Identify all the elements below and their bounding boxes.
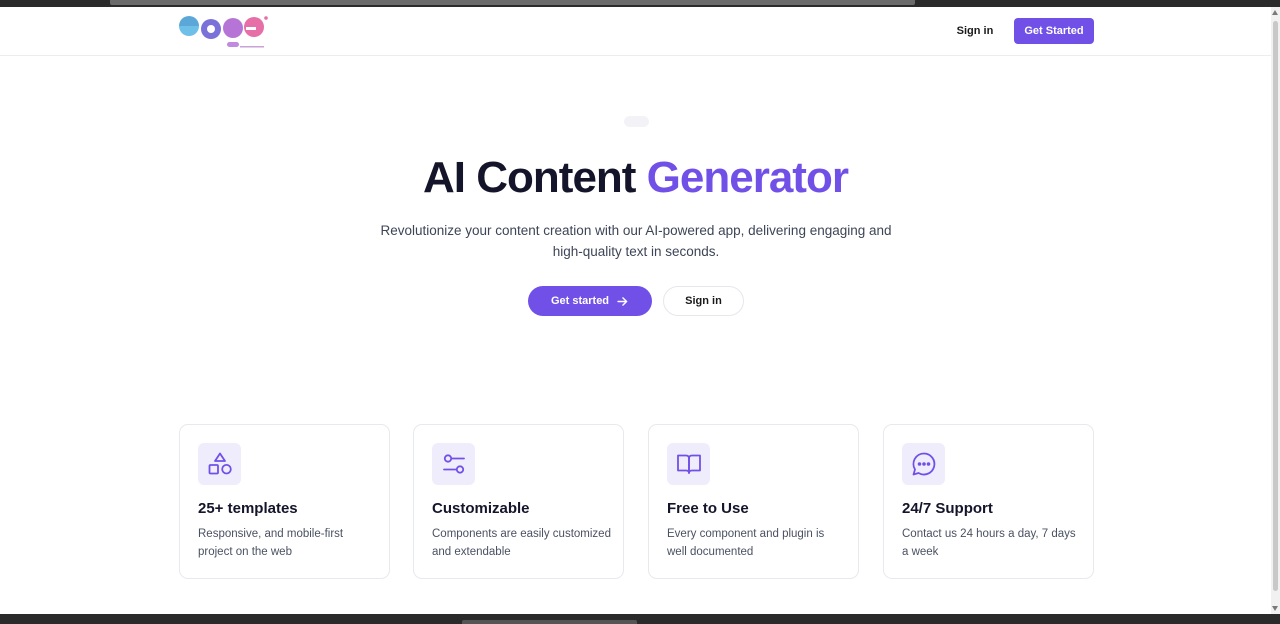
hero-title-main: AI Content (423, 153, 647, 202)
page-viewport: Sign in Get Started AI Content Generator… (0, 7, 1271, 614)
feature-title: 24/7 Support (902, 500, 993, 517)
feature-card-templates: 25+ templates Responsive, and mobile-fir… (179, 424, 390, 579)
browser-top-strip (0, 0, 1280, 7)
browser-bottom-strip (0, 614, 1280, 624)
feature-description: Components are easily customized and ext… (432, 528, 611, 558)
feature-icon-box (667, 443, 710, 485)
logo-icon[interactable] (178, 14, 270, 48)
feature-description: Every component and plugin is well docum… (667, 528, 825, 558)
scroll-down-arrow-icon[interactable] (1272, 606, 1278, 611)
feature-card-free: Free to Use Every component and plugin i… (648, 424, 859, 579)
hero-badge (624, 116, 649, 127)
header-sign-in-button[interactable]: Sign in (950, 18, 1000, 44)
feature-icon-box (902, 443, 945, 485)
hero-get-started-button[interactable]: Get started (528, 286, 652, 316)
book-open-icon (676, 454, 701, 474)
shapes-icon (208, 452, 232, 475)
scroll-up-arrow-icon[interactable] (1272, 10, 1278, 15)
chat-bubble-icon (912, 452, 935, 476)
site-header: Sign in Get Started (0, 7, 1271, 56)
hero-get-started-label: Get started (550, 295, 610, 307)
feature-card-customizable: Customizable Components are easily custo… (413, 424, 624, 579)
hero-sign-in-button[interactable]: Sign in (663, 286, 744, 316)
feature-icon-box (198, 443, 241, 485)
feature-icon-box (432, 443, 475, 485)
feature-title: Customizable (432, 500, 530, 517)
bottom-tab-strip (462, 620, 637, 624)
feature-card-support: 24/7 Support Contact us 24 hours a day, … (883, 424, 1094, 579)
scrollbar-thumb[interactable] (1273, 21, 1278, 591)
browser-tab-strip (110, 0, 915, 5)
hero-title-accent: Generator (646, 153, 849, 202)
feature-description: Responsive, and mobile-first project on … (198, 528, 344, 558)
feature-description: Contact us 24 hours a day, 7 days a week (902, 528, 1076, 558)
hero-title: AI Content Generator (0, 153, 1271, 203)
feature-title: 25+ templates (198, 500, 298, 517)
sliders-icon (442, 454, 465, 474)
hero-subtitle: Revolutionize your content creation with… (380, 223, 892, 259)
arrow-right-icon (617, 296, 628, 306)
vertical-scrollbar[interactable] (1271, 7, 1280, 614)
feature-title: Free to Use (667, 500, 749, 517)
header-get-started-button[interactable]: Get Started (1014, 18, 1094, 44)
